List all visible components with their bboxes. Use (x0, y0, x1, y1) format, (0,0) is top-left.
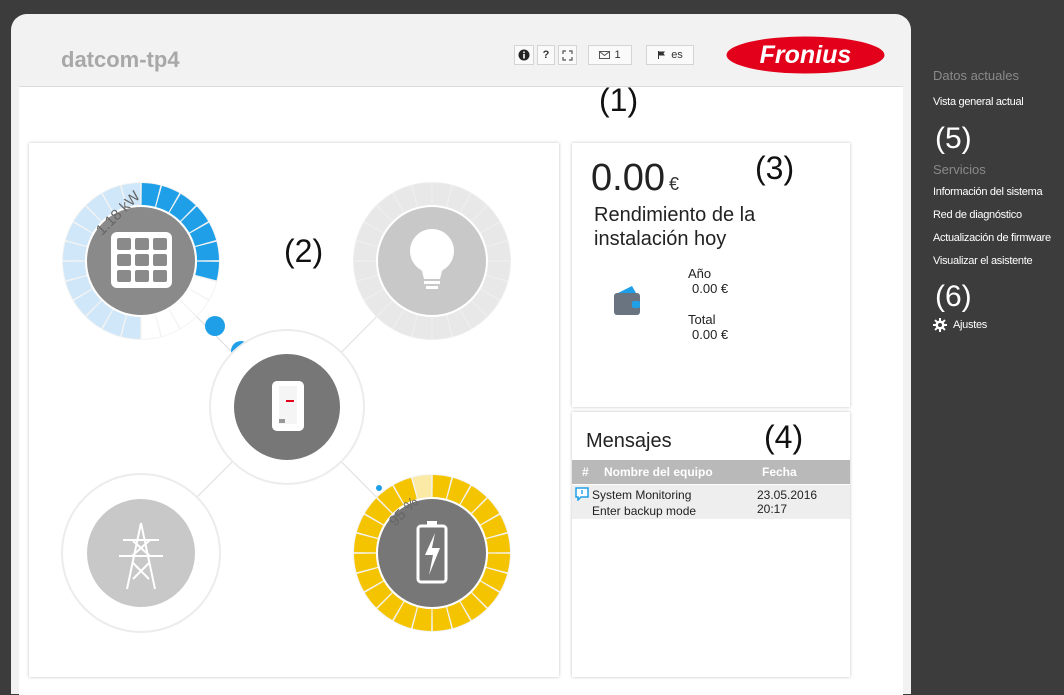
message-text: Enter backup mode (592, 504, 697, 518)
messages-title: Mensajes (586, 430, 672, 452)
content-area: (1) 1.18 kW 95 % (2) 0.00 € (3) Rendimie… (19, 82, 903, 695)
solar-panel-icon (111, 232, 172, 288)
sidebar-item-system-info[interactable]: Información del sistema (933, 186, 1043, 198)
main-panel: datcom-tp4 ? 1 es Fronius (1) 1.18 kW 95… (11, 14, 911, 695)
message-icon (575, 487, 589, 501)
sidebar-item-network-diagnostics[interactable]: Red de diagnóstico (933, 209, 1022, 221)
info-button[interactable] (514, 45, 534, 65)
year-label: Año (688, 266, 712, 281)
language-selector[interactable]: es (646, 44, 694, 66)
currency: € (668, 174, 679, 194)
help-button[interactable]: ? (537, 45, 555, 65)
column-date: Fecha (762, 465, 797, 479)
grid-node[interactable] (61, 473, 221, 633)
help-icon: ? (542, 49, 550, 61)
message-date: 23.05.2016 20:17 (757, 488, 818, 516)
battery-node[interactable]: 95 % (353, 474, 511, 632)
total-value: 0.00 € (692, 327, 729, 342)
header-tools: ? (514, 44, 577, 66)
logo-text: Fronius (760, 41, 852, 69)
language-button[interactable]: es (646, 45, 694, 65)
today-yield-number: 0.00 (591, 157, 665, 199)
sidebar-heading-current: Datos actuales (933, 68, 1019, 83)
settings-label: Ajustes (953, 319, 987, 331)
messages-table-header: # Nombre del equipo Fecha (572, 460, 850, 484)
today-yield-label: Rendimiento de la instalación hoy (594, 204, 756, 250)
callout-1: (1) (599, 82, 639, 118)
yield-card: 0.00 € (3) Rendimiento de la instalación … (572, 143, 850, 407)
total-label: Total (688, 312, 716, 327)
table-row[interactable]: System Monitoring 23.05.2016 20:17 Enter… (572, 485, 850, 519)
callout-4: (4) (764, 419, 804, 455)
fronius-logo: Fronius (726, 36, 885, 74)
energy-flow-diagram: 1.18 kW 95 % (61, 182, 511, 633)
pv-node[interactable]: 1.18 kW (62, 182, 220, 340)
load-node[interactable] (353, 182, 511, 340)
column-number: # (582, 465, 589, 479)
sidebar-item-firmware-update[interactable]: Actualización de firmware (933, 232, 1051, 244)
sidebar: Datos actuales Vista general actual (5) … (911, 0, 1064, 681)
column-device: Nombre del equipo (604, 465, 713, 479)
header: datcom-tp4 ? 1 es Fronius (11, 14, 911, 86)
fullscreen-icon (562, 49, 573, 61)
wallet-icon (614, 286, 640, 315)
sidebar-item-settings[interactable]: Ajustes (933, 318, 987, 332)
envelope-icon (599, 51, 611, 59)
energy-flow-card: 1.18 kW 95 % (2) (29, 143, 559, 677)
messages-count: 1 (614, 49, 621, 61)
callout-5: (5) (935, 122, 972, 155)
messages-indicator[interactable]: 1 (588, 44, 632, 66)
sidebar-heading-services: Servicios (933, 162, 986, 177)
message-device: System Monitoring (592, 488, 692, 502)
messages-card: Mensajes (4) # Nombre del equipo Fecha S… (572, 412, 850, 677)
today-yield-value: 0.00 € (591, 157, 679, 200)
language-label: es (671, 49, 683, 61)
inverter-icon (272, 381, 304, 431)
inverter-node[interactable] (209, 329, 365, 485)
callout-6: (6) (935, 280, 972, 313)
sidebar-item-wizard[interactable]: Visualizar el asistente (933, 255, 1033, 267)
gear-icon (933, 318, 947, 332)
callout-2: (2) (284, 233, 324, 269)
year-value: 0.00 € (692, 281, 729, 296)
fullscreen-button[interactable] (558, 45, 577, 65)
info-icon (518, 49, 530, 61)
device-name: datcom-tp4 (61, 47, 180, 72)
flag-icon (658, 51, 666, 59)
sidebar-item-current-overview[interactable]: Vista general actual (933, 96, 1024, 108)
callout-3: (3) (755, 150, 795, 186)
messages-button[interactable]: 1 (588, 45, 632, 65)
